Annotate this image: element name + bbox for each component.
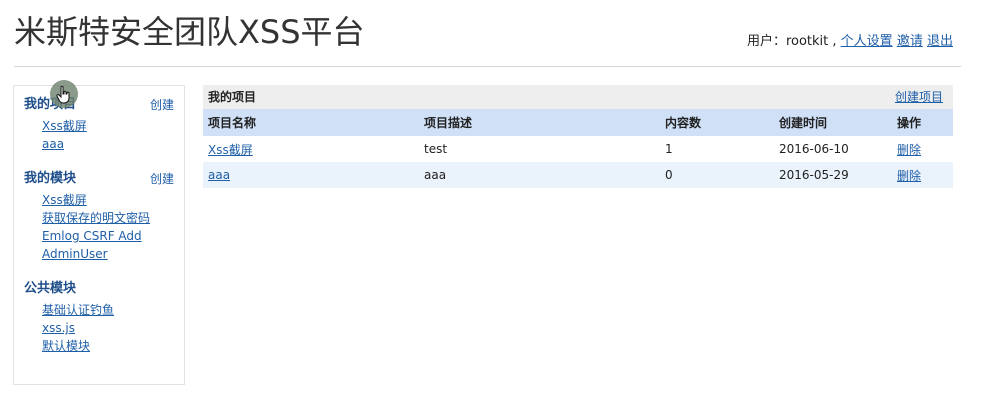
sidebar-item-public-module[interactable]: 基础认证钓鱼 — [42, 303, 114, 317]
list-item: 基础认证钓鱼 — [42, 300, 184, 318]
project-description-cell: aaa — [424, 168, 447, 182]
sidebar-item-module[interactable]: 获取保存的明文密码 — [42, 211, 150, 225]
sidebar-section-modules: 我的模块 创建 Xss截屏 获取保存的明文密码 Emlog CSRF Add A… — [24, 168, 184, 262]
list-item: 获取保存的明文密码 — [42, 208, 184, 226]
sidebar-section-public: 公共模块 基础认证钓鱼 xss.js 默认模块 — [24, 278, 184, 354]
panel-title: 我的项目 — [208, 90, 257, 104]
delete-link[interactable]: 删除 — [897, 169, 921, 183]
column-header-count: 内容数 — [665, 116, 702, 130]
sidebar-section-projects: 我的项目 创建 Xss截屏 aaa — [24, 94, 184, 152]
header-divider — [14, 66, 961, 67]
projects-table: 项目名称 项目描述 内容数 创建时间 操作 Xss截屏 test 1 2016-… — [203, 109, 953, 188]
list-item: Xss截屏 — [42, 190, 184, 208]
column-header-name: 项目名称 — [208, 116, 257, 130]
projects-panel: 我的项目 创建项目 项目名称 项目描述 内容数 创建时间 操作 Xss截屏 te… — [203, 85, 953, 188]
public-module-list: 基础认证钓鱼 xss.js 默认模块 — [42, 300, 184, 354]
panel-header: 我的项目 创建项目 — [203, 85, 953, 109]
public-modules-heading: 公共模块 — [24, 281, 77, 296]
project-name-cell: Xss截屏 — [203, 136, 419, 162]
actions-cell: 删除 — [892, 136, 953, 162]
project-name-link[interactable]: aaa — [208, 168, 230, 182]
list-item: Emlog CSRF Add — [42, 226, 184, 244]
sidebar-item-module[interactable]: AdminUser — [42, 247, 108, 261]
sidebar-item-public-module[interactable]: 默认模块 — [42, 339, 90, 353]
column-header-description: 项目描述 — [424, 116, 473, 130]
sidebar-item-public-module[interactable]: xss.js — [42, 321, 75, 335]
user-bar: 用户：rootkit , 个人设置 邀请 退出 — [747, 30, 953, 49]
project-name-link[interactable]: Xss截屏 — [208, 143, 253, 157]
create-project-button[interactable]: 创建项目 — [895, 85, 943, 109]
created-date-cell: 2016-06-10 — [779, 142, 849, 156]
list-item: aaa — [42, 134, 184, 152]
column-header-actions: 操作 — [897, 116, 922, 130]
created-date-cell: 2016-05-29 — [779, 168, 849, 182]
settings-link[interactable]: 个人设置 — [841, 34, 893, 49]
delete-link[interactable]: 删除 — [897, 143, 921, 157]
site-title: 米斯特安全团队XSS平台 — [14, 13, 365, 51]
project-name-cell: aaa — [203, 162, 419, 188]
sidebar-item-module[interactable]: Xss截屏 — [42, 193, 87, 207]
table-row: Xss截屏 test 1 2016-06-10 删除 — [203, 136, 953, 162]
sidebar-item-module[interactable]: Emlog CSRF Add — [42, 229, 142, 243]
list-item: AdminUser — [42, 244, 184, 262]
logout-link[interactable]: 退出 — [927, 34, 953, 49]
project-description-cell: test — [424, 142, 448, 156]
sidebar: 我的项目 创建 Xss截屏 aaa 我的模块 创建 Xss截屏 获取保存的明文密… — [13, 85, 185, 385]
column-header-created: 创建时间 — [779, 116, 828, 130]
content-count-cell: 0 — [665, 168, 673, 182]
table-header-row: 项目名称 项目描述 内容数 创建时间 操作 — [203, 109, 953, 136]
create-module-link[interactable]: 创建 — [150, 168, 174, 190]
list-item: Xss截屏 — [42, 116, 184, 134]
cursor-highlight — [50, 80, 78, 108]
content-count-cell: 1 — [665, 142, 673, 156]
sidebar-item-project[interactable]: Xss截屏 — [42, 119, 87, 133]
list-item: 默认模块 — [42, 336, 184, 354]
sidebar-item-project[interactable]: aaa — [42, 137, 64, 151]
invite-link[interactable]: 邀请 — [897, 34, 923, 49]
module-list: Xss截屏 获取保存的明文密码 Emlog CSRF Add AdminUser — [42, 190, 184, 262]
list-item: xss.js — [42, 318, 184, 336]
user-label: 用户：rootkit , — [746, 34, 837, 49]
actions-cell: 删除 — [892, 162, 953, 188]
hand-pointer-icon — [56, 86, 70, 104]
project-list: Xss截屏 aaa — [42, 116, 184, 152]
table-row: aaa aaa 0 2016-05-29 删除 — [203, 162, 953, 188]
create-project-link[interactable]: 创建 — [150, 94, 174, 116]
